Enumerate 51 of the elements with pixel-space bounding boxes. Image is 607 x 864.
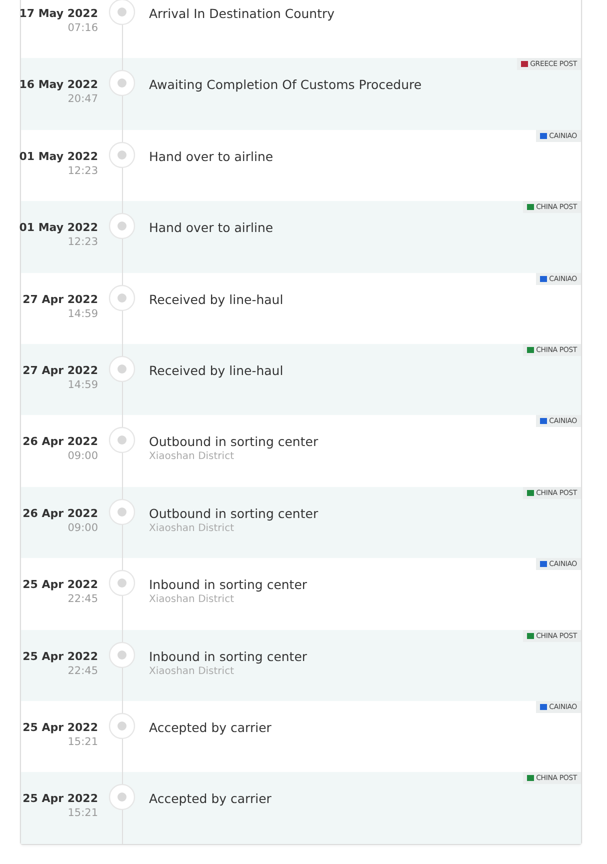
timeline-dot-icon xyxy=(108,69,136,98)
event-status: Arrival In Destination Country xyxy=(149,6,335,21)
event-status: Received by line-haul xyxy=(149,362,284,378)
timeline-dot-icon xyxy=(108,640,136,669)
event-time: 14:59 xyxy=(68,378,98,391)
timeline-dot-icon xyxy=(108,284,136,312)
timeline-dot-icon xyxy=(108,498,136,526)
event-time: 12:23 xyxy=(68,164,98,177)
event-date: 25 Apr 2022 xyxy=(22,720,98,734)
event-status: Hand over to airline xyxy=(149,220,274,236)
event-time: 22:45 xyxy=(68,664,98,677)
event-time: 14:59 xyxy=(68,308,98,320)
event-date: 25 Apr 2022 xyxy=(22,792,98,806)
event-location: Xiaoshan District xyxy=(149,451,235,462)
event-date: 26 Apr 2022 xyxy=(22,506,98,520)
event-time: 15:21 xyxy=(68,736,98,748)
event-date: 27 Apr 2022 xyxy=(22,364,98,377)
timeline-dot-icon xyxy=(108,212,136,240)
event-location: Xiaoshan District xyxy=(149,522,235,534)
event-status: Outbound in sorting center xyxy=(149,434,318,450)
event-status: Received by line-haul xyxy=(149,292,284,307)
event-date: 26 Apr 2022 xyxy=(22,435,98,448)
event-time: 15:21 xyxy=(68,807,98,820)
event-date: 17 May 2022 xyxy=(19,7,98,20)
event-time: 09:00 xyxy=(68,450,98,462)
event-date: 16 May 2022 xyxy=(19,78,98,92)
event-location: Xiaoshan District xyxy=(149,666,235,677)
timeline-dot-icon xyxy=(108,783,136,812)
event-date: 25 Apr 2022 xyxy=(22,578,98,592)
event-time: 20:47 xyxy=(68,93,98,106)
timeline-dot-icon xyxy=(108,712,136,740)
event-date: 27 Apr 2022 xyxy=(22,292,98,306)
timeline-dot-icon xyxy=(108,426,136,454)
event-date: 01 May 2022 xyxy=(19,150,98,163)
event-status: Outbound in sorting center xyxy=(149,506,318,521)
event-location: Xiaoshan District xyxy=(149,594,235,606)
timeline-dot-icon xyxy=(108,354,136,383)
event-time: 09:00 xyxy=(68,522,98,534)
event-date: 01 May 2022 xyxy=(19,221,98,234)
event-status: Inbound in sorting center xyxy=(149,648,308,664)
event-status: Hand over to airline xyxy=(149,148,274,164)
event-status: Accepted by carrier xyxy=(149,720,272,735)
event-status: Awaiting Completion Of Customs Procedure xyxy=(149,77,422,92)
event-time: 22:45 xyxy=(68,593,98,606)
event-date: 25 Apr 2022 xyxy=(22,650,98,663)
event-status: Accepted by carrier xyxy=(149,791,272,806)
timeline-dot-icon xyxy=(108,569,136,598)
event-time: 07:16 xyxy=(68,22,98,34)
timeline-dot-icon xyxy=(108,140,136,169)
event-time: 12:23 xyxy=(68,236,98,248)
event-status: Inbound in sorting center xyxy=(149,577,308,592)
